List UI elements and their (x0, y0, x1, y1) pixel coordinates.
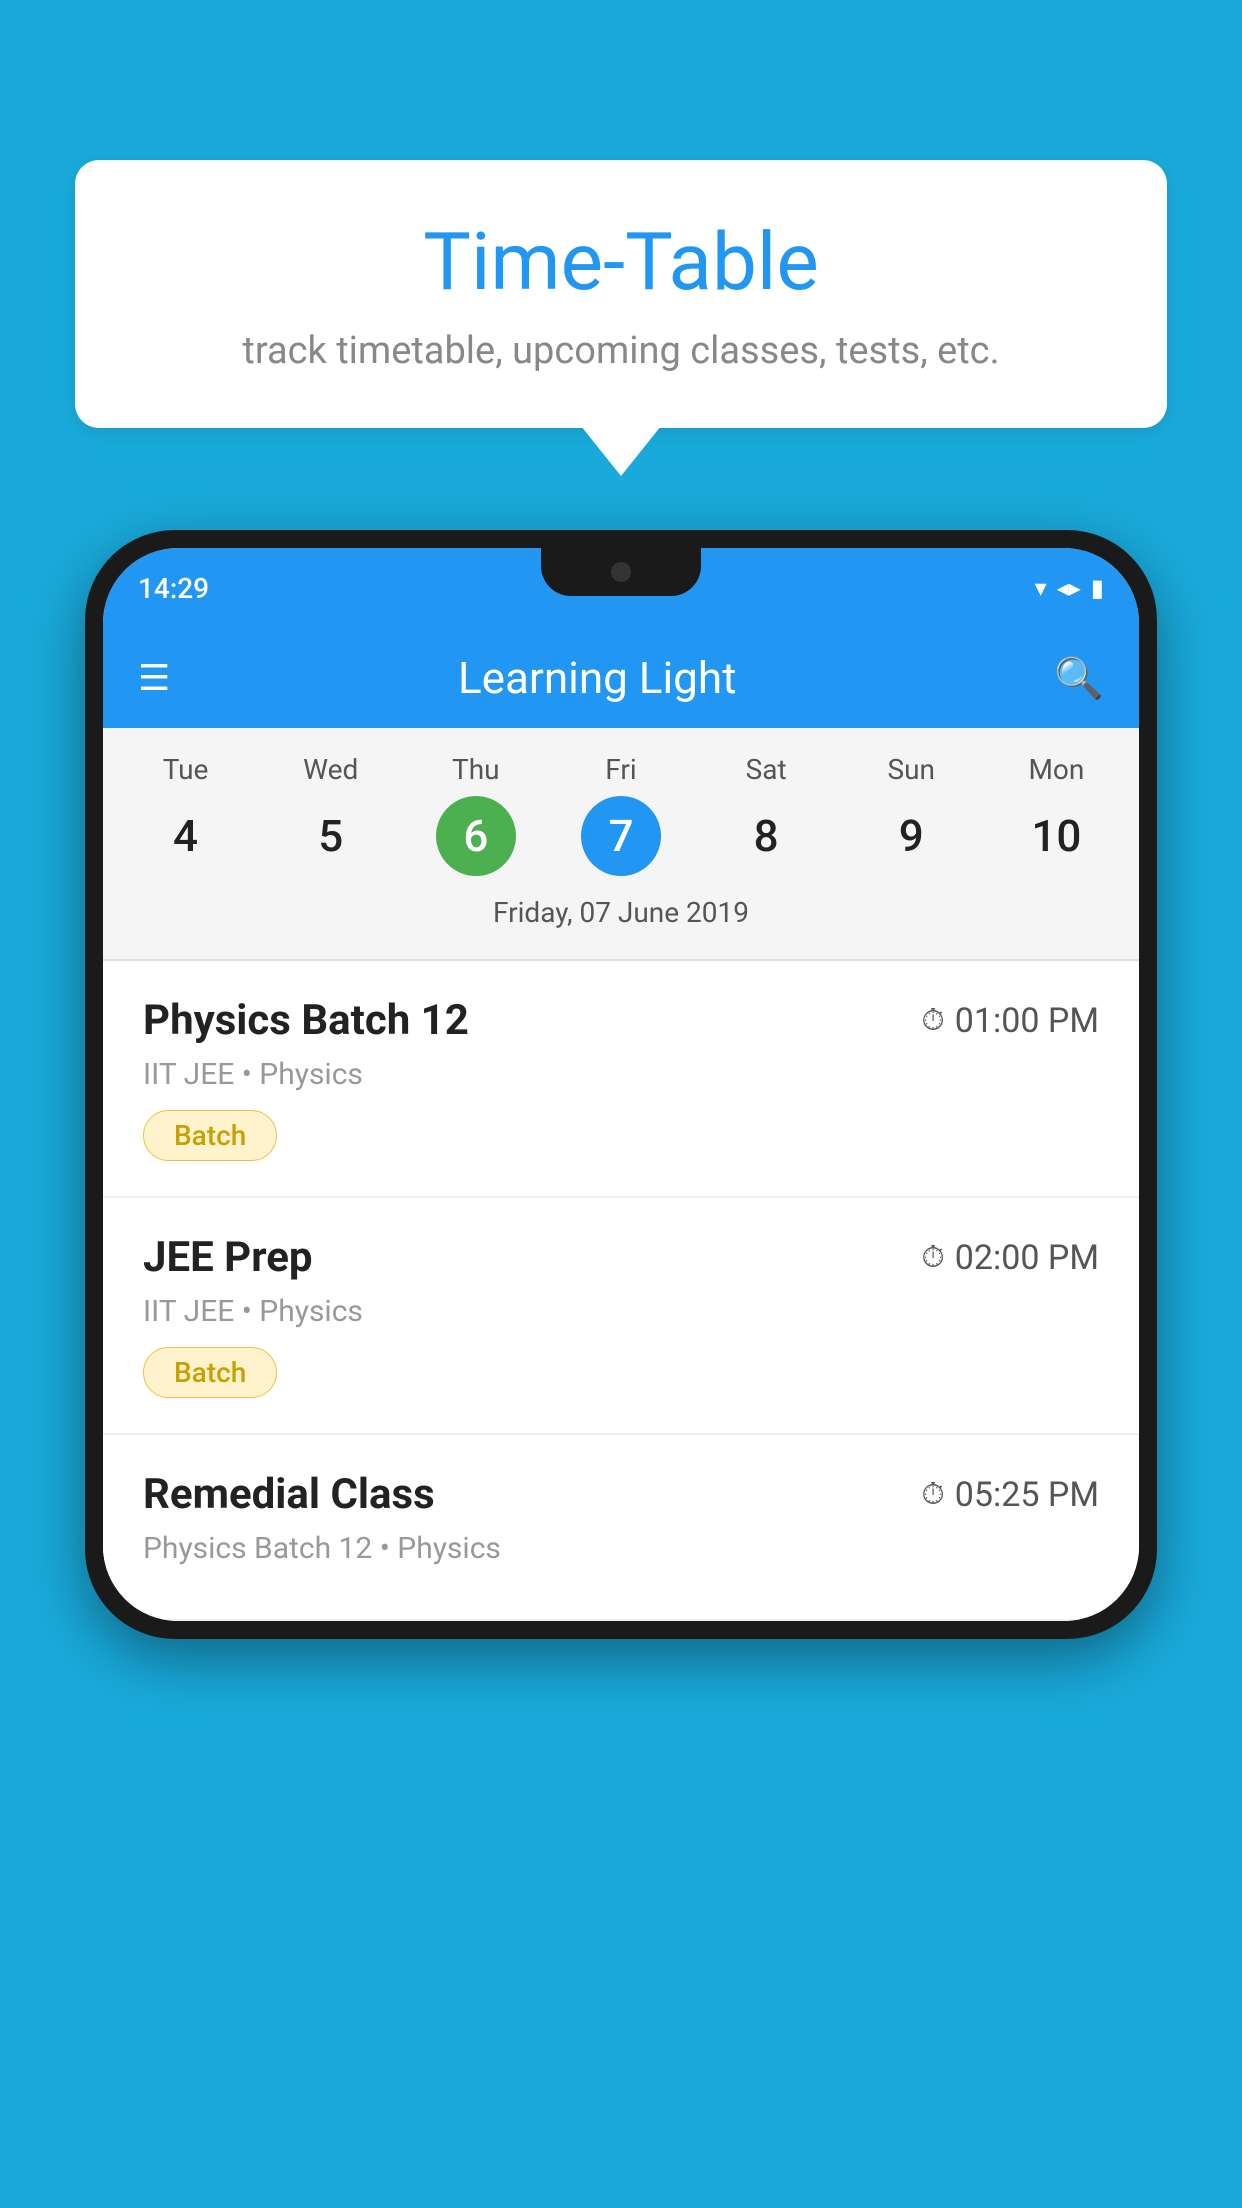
class-time: ⏱ 02:00 PM (921, 1238, 1099, 1278)
speech-bubble-section: Time-Table track timetable, upcoming cla… (75, 160, 1167, 428)
class-name: Physics Batch 12 (143, 996, 469, 1045)
day-number[interactable]: 5 (291, 796, 371, 876)
class-item-1[interactable]: JEE Prep ⏱ 02:00 PM IIT JEE • Physics Batch (103, 1198, 1139, 1435)
speech-bubble-card: Time-Table track timetable, upcoming cla… (75, 160, 1167, 428)
day-number[interactable]: 7 (581, 796, 661, 876)
class-header: JEE Prep ⏱ 02:00 PM (143, 1233, 1099, 1282)
day-col-9[interactable]: Sun 9 (846, 753, 976, 876)
wifi-icon: ▾ (1035, 574, 1047, 602)
notch (541, 548, 701, 596)
day-name: Sat (746, 753, 787, 786)
class-item-0[interactable]: Physics Batch 12 ⏱ 01:00 PM IIT JEE • Physi… (103, 961, 1139, 1198)
class-name: Remedial Class (143, 1470, 435, 1519)
day-name: Thu (452, 753, 500, 786)
class-list: Physics Batch 12 ⏱ 01:00 PM IIT JEE • Physi… (103, 961, 1139, 1621)
day-name: Mon (1028, 753, 1084, 786)
status-bar: 14:29 ▾ ◂▸ ▮ (103, 548, 1139, 628)
bubble-subtitle: track timetable, upcoming classes, tests… (135, 329, 1107, 373)
selected-date-label: Friday, 07 June 2019 (113, 881, 1129, 949)
day-name: Fri (605, 753, 636, 786)
day-number[interactable]: 6 (436, 796, 516, 876)
class-header: Physics Batch 12 ⏱ 01:00 PM (143, 996, 1099, 1045)
phone-mockup: 14:29 ▾ ◂▸ ▮ ☰ Learning Light 🔍 (85, 530, 1157, 1639)
time-text: 01:00 PM (955, 1001, 1099, 1041)
bubble-title: Time-Table (135, 215, 1107, 309)
class-item-2[interactable]: Remedial Class ⏱ 05:25 PM Physics Batch 12 … (103, 1435, 1139, 1621)
day-col-5[interactable]: Wed 5 (266, 753, 396, 876)
class-detail: Physics Batch 12 • Physics (143, 1531, 1099, 1566)
day-col-4[interactable]: Tue 4 (121, 753, 251, 876)
day-col-8[interactable]: Sat 8 (701, 753, 831, 876)
day-col-6[interactable]: Thu 6 (411, 753, 541, 876)
class-header: Remedial Class ⏱ 05:25 PM (143, 1470, 1099, 1519)
phone-outer: 14:29 ▾ ◂▸ ▮ ☰ Learning Light 🔍 (85, 530, 1157, 1639)
batch-badge: Batch (143, 1110, 277, 1161)
camera-dot (611, 562, 631, 582)
time-text: 05:25 PM (955, 1475, 1099, 1515)
batch-badge: Batch (143, 1347, 277, 1398)
app-bar: ☰ Learning Light 🔍 (103, 628, 1139, 728)
day-number[interactable]: 4 (146, 796, 226, 876)
day-number[interactable]: 10 (1016, 796, 1096, 876)
status-icons: ▾ ◂▸ ▮ (1035, 574, 1104, 602)
battery-icon: ▮ (1091, 574, 1104, 602)
calendar-section: Tue 4 Wed 5 Thu 6 Fri 7 Sat 8 Sun 9 Mon 10 Friday, 07… (103, 728, 1139, 959)
search-icon[interactable]: 🔍 (1054, 655, 1104, 702)
days-row: Tue 4 Wed 5 Thu 6 Fri 7 Sat 8 Sun 9 Mon 10 (113, 748, 1129, 881)
day-name: Sun (888, 753, 936, 786)
clock-icon: ⏱ (921, 1003, 944, 1038)
class-detail: IIT JEE • Physics (143, 1294, 1099, 1329)
day-name: Wed (303, 753, 358, 786)
phone-inner: 14:29 ▾ ◂▸ ▮ ☰ Learning Light 🔍 (103, 548, 1139, 1621)
day-name: Tue (163, 753, 209, 786)
class-time: ⏱ 05:25 PM (921, 1475, 1099, 1515)
class-detail: IIT JEE • Physics (143, 1057, 1099, 1092)
day-number[interactable]: 9 (871, 796, 951, 876)
day-col-10[interactable]: Mon 10 (991, 753, 1121, 876)
time-text: 02:00 PM (955, 1238, 1099, 1278)
hamburger-menu-icon[interactable]: ☰ (138, 657, 170, 699)
clock-icon: ⏱ (921, 1477, 944, 1512)
app-bar-title: Learning Light (200, 652, 994, 704)
status-time: 14:29 (138, 572, 209, 605)
signal-icon: ◂▸ (1057, 574, 1081, 602)
class-time: ⏱ 01:00 PM (921, 1001, 1099, 1041)
class-name: JEE Prep (143, 1233, 313, 1282)
clock-icon: ⏱ (921, 1240, 944, 1275)
day-number[interactable]: 8 (726, 796, 806, 876)
day-col-7[interactable]: Fri 7 (556, 753, 686, 876)
